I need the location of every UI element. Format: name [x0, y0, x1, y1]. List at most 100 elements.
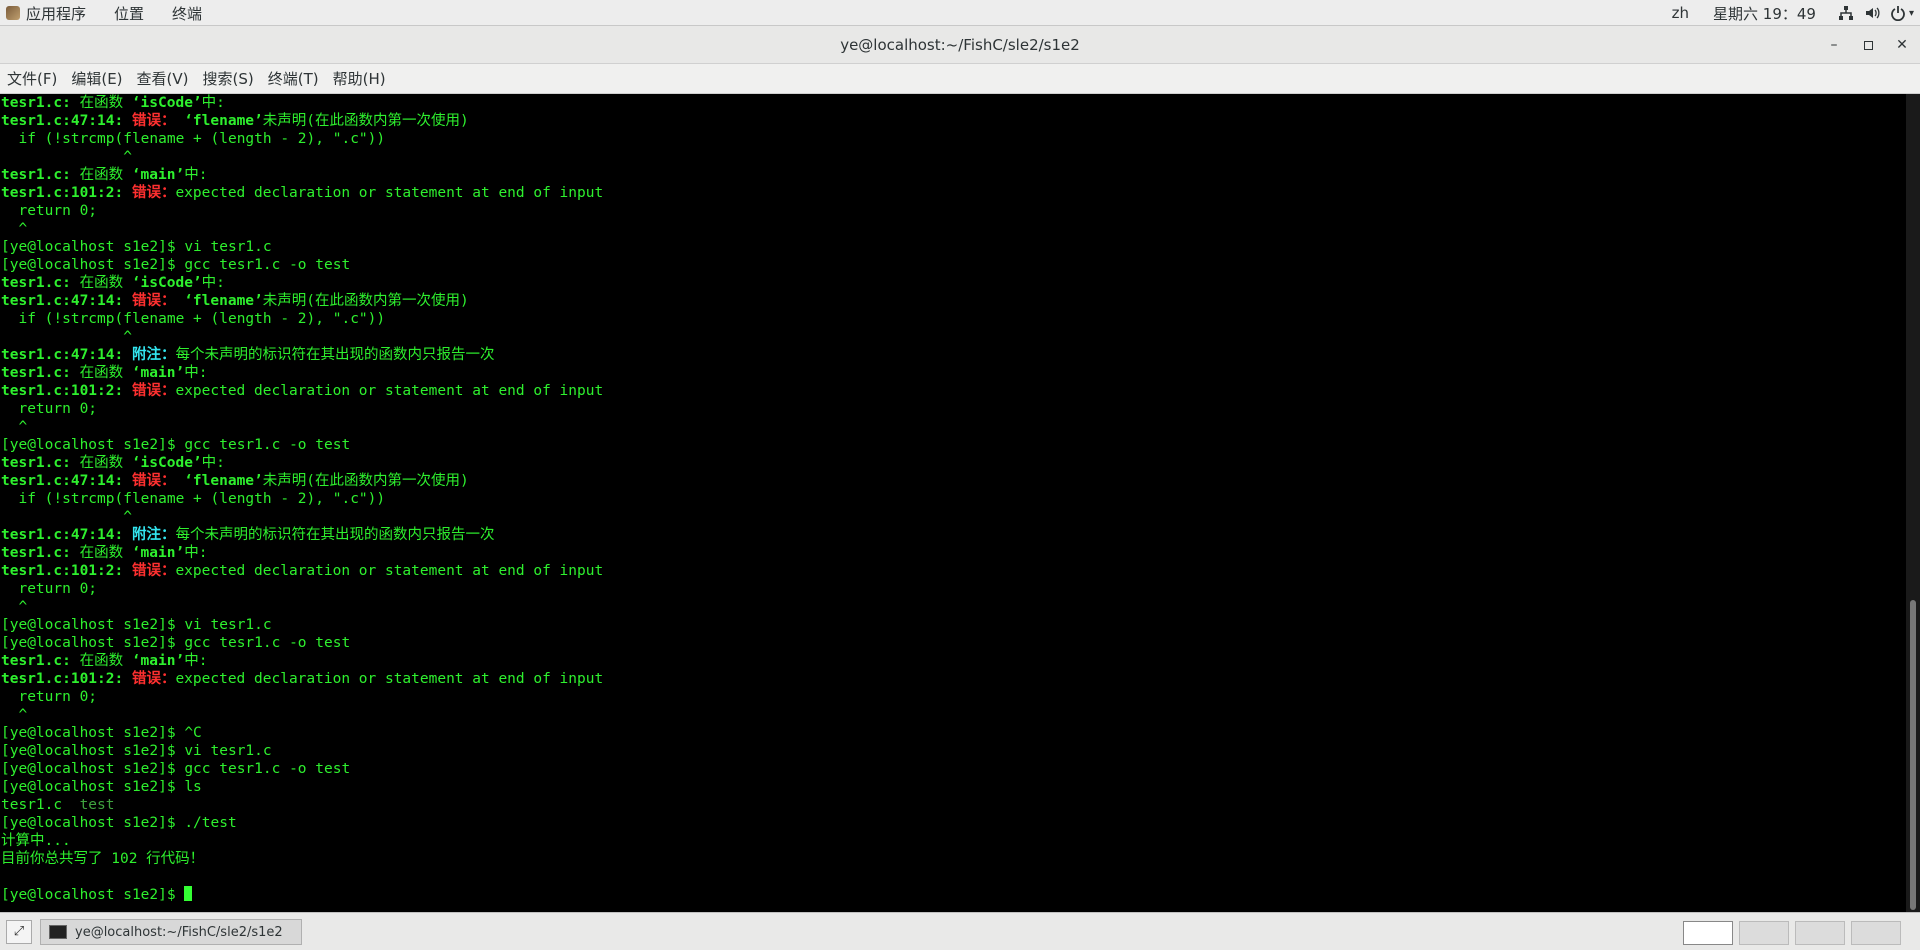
power-icon[interactable]	[1890, 5, 1906, 21]
menu-edit[interactable]: 编辑(E)	[64, 68, 129, 89]
terminal-text: expected declaration or statement at end…	[175, 383, 604, 399]
input-language-indicator[interactable]: zh	[1672, 4, 1689, 22]
window-titlebar[interactable]: ye@localhost:~/FishC/sle2/s1e2 – ✕	[0, 26, 1920, 64]
workspace-4[interactable]	[1851, 921, 1901, 945]
terminal-text: [ye@localhost s1e2]$ gcc tesr1.c -o test	[1, 257, 351, 273]
terminal-icon	[49, 925, 67, 939]
terminal-line: [ye@localhost s1e2]$ gcc tesr1.c -o test	[0, 256, 1906, 274]
terminal-text: 附注：	[131, 527, 176, 543]
terminal-output[interactable]: tesr1.c: 在函数 ‘isCode’中: tesr1.c:47:14: 错误…	[0, 94, 1906, 912]
terminal-text: [ye@localhost s1e2]$ vi tesr1.c	[1, 743, 272, 759]
terminal-text: 未声明(在此函数内第一次使用)	[262, 293, 469, 309]
show-desktop-button[interactable]: ⤢	[6, 920, 32, 944]
menu-help[interactable]: 帮助(H)	[326, 68, 393, 89]
terminal-text: return 0;	[1, 401, 98, 417]
terminal-app-label: 终端	[172, 4, 203, 23]
volume-icon[interactable]	[1864, 5, 1880, 21]
applications-label: 应用程序	[26, 4, 87, 23]
applications-menu[interactable]: 应用程序	[6, 3, 86, 24]
terminal-text: tesr1.c:101:2:	[1, 383, 132, 399]
terminal-scrollbar[interactable]	[1906, 94, 1920, 912]
taskbar-window-item[interactable]: ye@localhost:~/FishC/sle2/s1e2	[40, 919, 302, 945]
terminal-line: tesr1.c test	[0, 796, 1906, 814]
terminal-line: tesr1.c: 在函数 ‘main’中:	[0, 544, 1906, 562]
terminal-text: ^	[1, 707, 28, 723]
workspace-1[interactable]	[1683, 921, 1733, 945]
maximize-button[interactable]	[1857, 34, 1879, 56]
terminal-text: tesr1.c:	[1, 95, 80, 111]
terminal-line: [ye@localhost s1e2]$	[0, 886, 1906, 904]
places-label: 位置	[114, 4, 145, 23]
terminal-text: [ye@localhost s1e2]$ ./test	[1, 815, 237, 831]
chevron-down-icon[interactable]: ▾	[1909, 8, 1914, 19]
terminal-text: tesr1.c:47:14:	[1, 527, 132, 543]
terminal-text: expected declaration or statement at end…	[175, 671, 604, 687]
terminal-line: ^	[0, 598, 1906, 616]
menu-view[interactable]: 查看(V)	[130, 68, 196, 89]
terminal-line: ^	[0, 418, 1906, 436]
menu-search[interactable]: 搜索(S)	[196, 68, 261, 89]
terminal-line: tesr1.c:47:14: 错误： ‘flename’未声明(在此函数内第一次…	[0, 292, 1906, 310]
terminal-text: tesr1.c:	[1, 455, 80, 471]
minimize-button[interactable]: –	[1823, 34, 1845, 56]
workspace-3[interactable]	[1795, 921, 1845, 945]
terminal-text: 在函数	[79, 167, 132, 183]
terminal-line: [ye@localhost s1e2]$ vi tesr1.c	[0, 238, 1906, 256]
terminal-text: 在函数	[79, 545, 132, 561]
clock[interactable]: 星期六 19：49	[1713, 3, 1816, 24]
terminal-line: [ye@localhost s1e2]$ gcc tesr1.c -o test	[0, 760, 1906, 778]
places-menu[interactable]: 位置	[114, 3, 144, 24]
terminal-text: return 0;	[1, 689, 98, 705]
terminal-text: tesr1.c:47:14:	[1, 113, 132, 129]
menu-file[interactable]: 文件(F)	[0, 68, 64, 89]
terminal-line: tesr1.c:47:14: 错误： ‘flename’未声明(在此函数内第一次…	[0, 112, 1906, 130]
terminal-text: tesr1.c:	[1, 167, 80, 183]
top-panel-menus: 应用程序 位置 终端	[6, 0, 230, 26]
menu-terminal[interactable]: 终端(T)	[261, 68, 326, 89]
terminal-text: ^	[1, 419, 28, 435]
close-button[interactable]: ✕	[1891, 34, 1913, 56]
terminal-text: ^	[1, 599, 28, 615]
terminal-line: ^	[0, 706, 1906, 724]
terminal-text: ‘isCode’	[131, 95, 202, 111]
terminal-text: expected declaration or statement at end…	[175, 185, 604, 201]
terminal-text: ^	[1, 329, 132, 345]
applications-icon	[6, 6, 20, 20]
terminal-text: expected declaration or statement at end…	[175, 563, 604, 579]
workspace-2[interactable]	[1739, 921, 1789, 945]
terminal-line: [ye@localhost s1e2]$ vi tesr1.c	[0, 742, 1906, 760]
terminal-cursor	[184, 886, 193, 901]
terminal-line: [ye@localhost s1e2]$ gcc tesr1.c -o test	[0, 634, 1906, 652]
terminal-line: return 0;	[0, 688, 1906, 706]
terminal-app-menu[interactable]: 终端	[172, 3, 202, 24]
terminal-text: 附注：	[131, 347, 176, 363]
terminal-text: if (!strcmp(flename + (length - 2), ".c"…	[1, 311, 386, 327]
terminal-line: tesr1.c: 在函数 ‘isCode’中:	[0, 94, 1906, 112]
terminal-text: ‘flename’	[184, 113, 263, 129]
terminal-text: tesr1.c:47:14:	[1, 293, 132, 309]
terminal-line: if (!strcmp(flename + (length - 2), ".c"…	[0, 490, 1906, 508]
terminal-text: if (!strcmp(flename + (length - 2), ".c"…	[1, 131, 386, 147]
terminal-text: 计算中...	[1, 833, 71, 849]
terminal-text: 在函数	[79, 455, 132, 471]
terminal-line: tesr1.c:101:2: 错误：expected declaration o…	[0, 382, 1906, 400]
terminal-text: ^	[1, 149, 132, 165]
terminal-text: 中:	[184, 545, 208, 561]
terminal-text: tesr1.c:101:2:	[1, 185, 132, 201]
terminal-line: 计算中...	[0, 832, 1906, 850]
terminal-text: 错误：	[131, 563, 176, 579]
terminal-text: tesr1.c:101:2:	[1, 563, 132, 579]
terminal-text: ‘isCode’	[131, 455, 202, 471]
terminal-text: [ye@localhost s1e2]$ ^C	[1, 725, 202, 741]
terminal-text: [ye@localhost s1e2]$	[1, 887, 185, 903]
terminal-text: 中:	[201, 275, 225, 291]
scrollbar-thumb[interactable]	[1910, 600, 1916, 910]
terminal-text: return 0;	[1, 581, 98, 597]
terminal-text: 每个未声明的标识符在其出现的函数内只报告一次	[175, 527, 495, 543]
network-icon[interactable]	[1838, 5, 1854, 21]
terminal-line: tesr1.c: 在函数 ‘isCode’中:	[0, 274, 1906, 292]
terminal-text: [ye@localhost s1e2]$ gcc tesr1.c -o test	[1, 761, 351, 777]
terminal-text: 错误：	[131, 671, 176, 687]
terminal-text: 错误：	[131, 383, 176, 399]
